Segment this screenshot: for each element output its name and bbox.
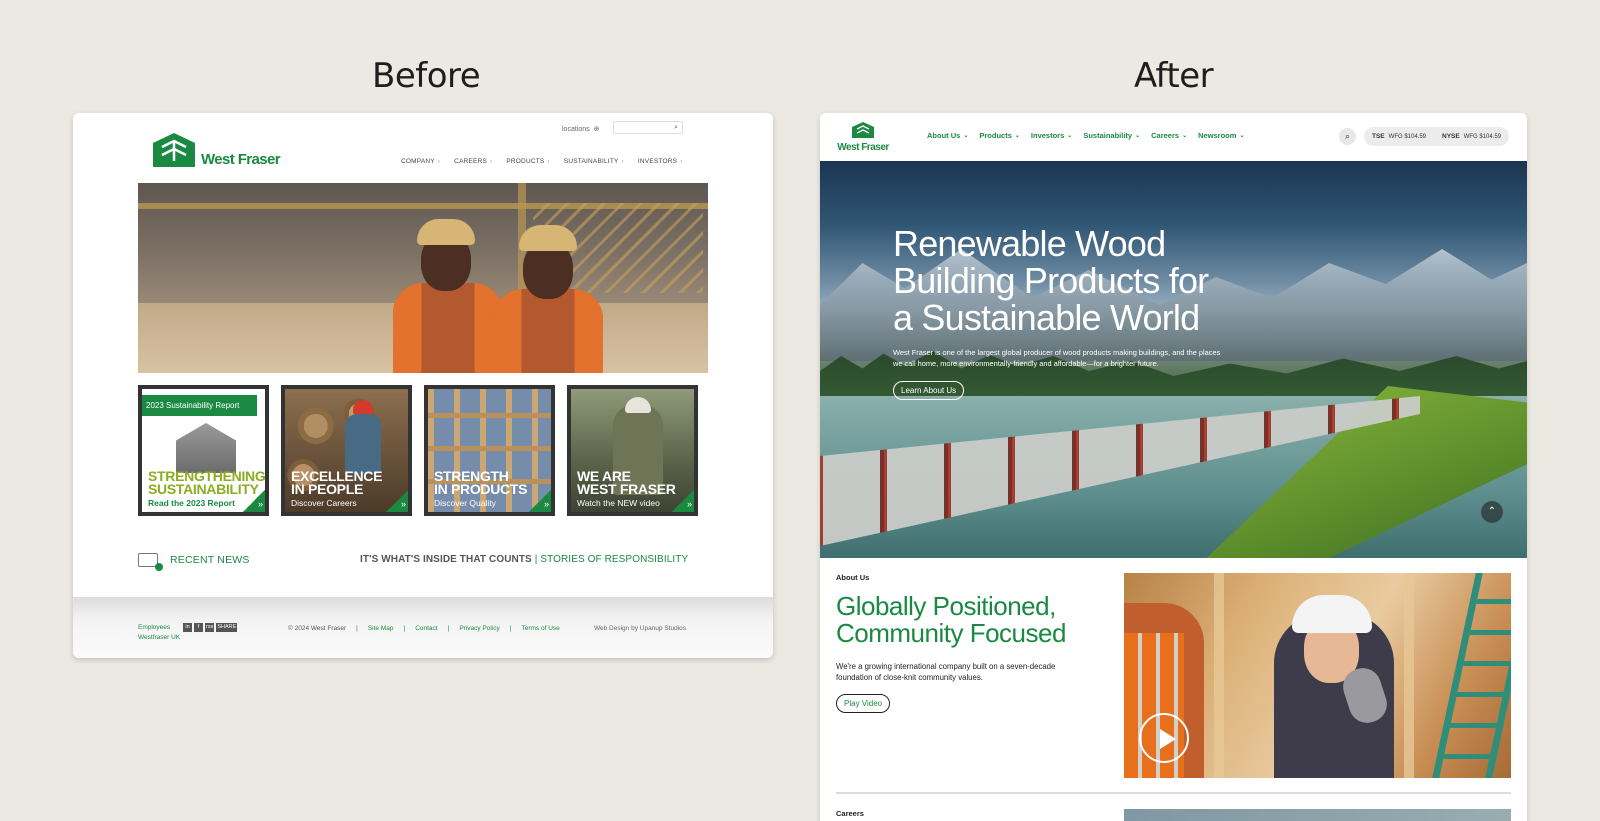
double-arrow-icon: »	[672, 490, 694, 512]
search-button[interactable]: ⌕	[1339, 128, 1356, 145]
play-video-button[interactable]: Play Video	[836, 694, 891, 713]
old-nav-sustainability[interactable]: SUSTAINABILITY ›	[564, 158, 624, 165]
footer-terms-link[interactable]: Terms of Use	[521, 625, 559, 632]
tile-subtitle: Discover Careers	[291, 498, 357, 508]
about-text: We're a growing international company bu…	[836, 662, 1056, 682]
tile-products[interactable]: STRENGTH IN PRODUCTS Discover Quality »	[424, 385, 555, 516]
tile-subtitle: Watch the NEW video	[577, 498, 660, 508]
before-heading: Before	[372, 56, 481, 96]
double-arrow-icon: »	[386, 490, 408, 512]
newspaper-icon	[138, 553, 163, 571]
about-label: About Us	[836, 573, 870, 582]
nav-sustainability[interactable]: Sustainability ⌄	[1083, 131, 1140, 140]
new-header: West Fraser About Us ⌄ Products ⌄ Investor…	[820, 113, 1527, 161]
old-footer: Employees Westfraser UK in f rss SHARE ©…	[73, 597, 773, 658]
old-nav-careers[interactable]: CAREERS ›	[454, 158, 492, 165]
hero-subtitle: West Fraser is one of the largest global…	[893, 348, 1221, 368]
design-credit: Web Design by Upanup Studios	[594, 625, 687, 632]
recent-news-label: RECENT NEWS	[170, 554, 250, 566]
learn-about-us-button[interactable]: Learn About Us	[893, 381, 965, 400]
stock-ticker: TSE WFG $104.59 NYSE WFG $104.59	[1364, 127, 1510, 146]
facebook-icon[interactable]: f	[194, 623, 203, 632]
nav-products[interactable]: Products ⌄	[979, 131, 1020, 140]
tile-careers[interactable]: EXCELLENCE IN PEOPLE Discover Careers »	[281, 385, 412, 516]
careers-label: Careers	[836, 809, 864, 818]
linkedin-icon[interactable]: in	[183, 623, 192, 632]
copyright: © 2024 West Fraser	[288, 625, 347, 632]
tile-title: EXCELLENCE IN PEOPLE	[291, 468, 383, 497]
logo-house-icon	[153, 133, 195, 167]
employees-link[interactable]: Employees	[138, 623, 180, 633]
tile-badge: 2023 Sustainability Report	[142, 395, 258, 416]
tile-sustainability-report[interactable]: 2023 Sustainability Report STRENGTHENING…	[138, 385, 269, 516]
tile-subtitle: Read the 2023 Report	[148, 498, 235, 508]
nav-about-us[interactable]: About Us ⌄	[927, 131, 968, 140]
nav-investors[interactable]: Investors ⌄	[1031, 131, 1072, 140]
chevron-down-icon: ⌄	[963, 133, 969, 139]
old-nav-company[interactable]: COMPANY ›	[401, 158, 440, 165]
tile-title: WE ARE WEST FRASER	[577, 468, 676, 497]
nav-careers[interactable]: Careers ⌄	[1151, 131, 1187, 140]
old-nav-products[interactable]: PRODUCTS ›	[506, 158, 549, 165]
tile-subtitle: Discover Quality	[434, 498, 496, 508]
about-title: Globally Positioned, Community Focused	[836, 591, 1066, 648]
old-feature-tiles: 2023 Sustainability Report STRENGTHENING…	[138, 385, 698, 516]
rss-icon[interactable]: rss	[205, 623, 215, 632]
old-search-input[interactable]: ⌕	[613, 121, 683, 134]
chevron-up-icon[interactable]: ⌃	[1481, 501, 1503, 523]
locations-link[interactable]: locations ⊕	[562, 125, 600, 134]
before-screenshot: West Fraser locations ⊕ ⌕ COMPANY › CAREE…	[73, 113, 773, 658]
new-hero: Renewable Wood Building Products for a S…	[820, 161, 1527, 558]
section-divider	[836, 792, 1511, 794]
after-screenshot: West Fraser About Us ⌄ Products ⌄ Investor…	[820, 113, 1527, 821]
chevron-down-icon: ⌄	[1135, 133, 1141, 139]
chevron-down-icon: ⌄	[1182, 133, 1188, 139]
tile-video[interactable]: WE ARE WEST FRASER Watch the NEW video »	[567, 385, 698, 516]
chevron-down-icon: ⌄	[1067, 133, 1073, 139]
play-icon[interactable]	[1139, 713, 1189, 763]
old-logo[interactable]: West Fraser	[153, 133, 281, 168]
search-icon: ⌕	[1344, 131, 1351, 141]
old-hero-image	[138, 183, 708, 373]
chevron-down-icon: ⌄	[1239, 133, 1245, 139]
recent-news-link[interactable]: RECENT NEWS	[138, 553, 250, 571]
careers-image	[1124, 809, 1511, 821]
new-logo-text: West Fraser	[837, 142, 889, 153]
footer-sitemap-link[interactable]: Site Map	[368, 625, 394, 632]
tile-title: STRENGTH IN PRODUCTS	[434, 468, 528, 497]
footer-privacy-link[interactable]: Privacy Policy	[459, 625, 499, 632]
old-logo-text: West Fraser	[201, 151, 281, 168]
double-arrow-icon: »	[243, 490, 265, 512]
social-icons: in f rss SHARE	[183, 623, 238, 632]
logo-house-icon	[852, 122, 874, 138]
search-icon: ⌕	[674, 124, 678, 131]
globe-icon: ⊕	[593, 126, 600, 133]
stories-link[interactable]: STORIES OF RESPONSIBILITY	[540, 554, 688, 565]
old-main-nav: COMPANY › CAREERS › PRODUCTS › SUSTAINABILI…	[401, 158, 683, 165]
hero-title: Renewable Wood Building Products for a S…	[893, 223, 1209, 338]
chevron-down-icon: ⌄	[1014, 133, 1020, 139]
old-nav-investors[interactable]: INVESTORS ›	[638, 158, 683, 165]
after-heading: After	[1134, 56, 1214, 96]
share-button[interactable]: SHARE	[216, 623, 238, 632]
about-video-thumbnail[interactable]	[1124, 573, 1511, 778]
nav-newsroom[interactable]: Newsroom ⌄	[1198, 131, 1244, 140]
westfraser-uk-link[interactable]: Westfraser UK	[138, 633, 180, 643]
locations-label: locations	[562, 125, 590, 133]
tagline: IT'S WHAT'S INSIDE THAT COUNTS | STORIES…	[360, 554, 689, 565]
new-logo[interactable]: West Fraser	[836, 122, 890, 153]
double-arrow-icon: »	[529, 490, 551, 512]
new-main-nav: About Us ⌄ Products ⌄ Investors ⌄ Sustainab…	[927, 131, 1244, 140]
footer-contact-link[interactable]: Contact	[415, 625, 437, 632]
